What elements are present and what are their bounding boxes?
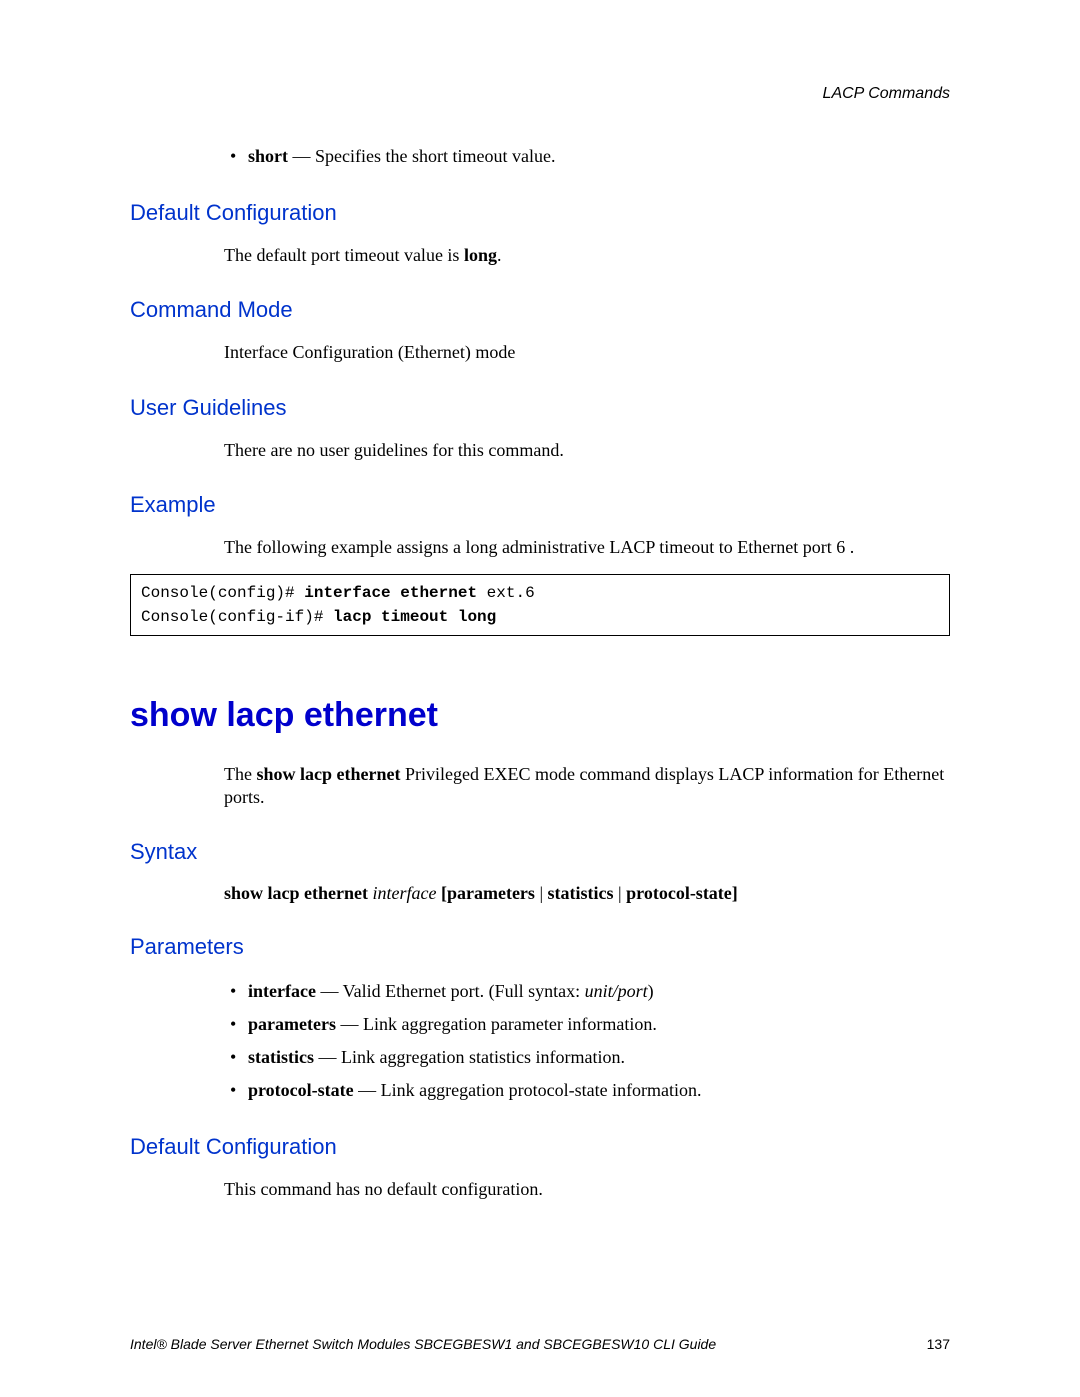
- heading-parameters: Parameters: [130, 934, 950, 960]
- user-guidelines-text: There are no user guidelines for this co…: [224, 439, 950, 462]
- top-bullet-list: short — Specifies the short timeout valu…: [230, 143, 950, 170]
- page-content: short — Specifies the short timeout valu…: [130, 143, 950, 1202]
- footer-title: Intel® Blade Server Ethernet Switch Modu…: [130, 1336, 716, 1352]
- bullet-short: short — Specifies the short timeout valu…: [230, 143, 950, 170]
- command-mode-text: Interface Configuration (Ethernet) mode: [224, 341, 950, 364]
- heading-syntax: Syntax: [130, 839, 950, 865]
- heading-user-guidelines: User Guidelines: [130, 395, 950, 421]
- parameters-list: interface — Valid Ethernet port. (Full s…: [230, 978, 950, 1104]
- heading-example: Example: [130, 492, 950, 518]
- default-config-2-text: This command has no default configuratio…: [224, 1178, 950, 1201]
- bullet-keyword: short: [248, 146, 288, 166]
- default-config-1-text: The default port timeout value is long.: [224, 244, 950, 267]
- footer-page-number: 137: [927, 1336, 950, 1352]
- heading-command-mode: Command Mode: [130, 297, 950, 323]
- heading-default-config-2: Default Configuration: [130, 1134, 950, 1160]
- param-item-interface: interface — Valid Ethernet port. (Full s…: [230, 978, 950, 1005]
- param-item-parameters: parameters — Link aggregation parameter …: [230, 1011, 950, 1038]
- document-page: LACP Commands short — Specifies the shor…: [0, 0, 1080, 1397]
- command-intro: The show lacp ethernet Privileged EXEC m…: [224, 763, 950, 810]
- command-title: show lacp ethernet: [130, 696, 950, 735]
- bullet-desc: — Specifies the short timeout value.: [288, 146, 555, 166]
- header-section-name: LACP Commands: [823, 85, 950, 103]
- param-item-protocol-state: protocol-state — Link aggregation protoc…: [230, 1077, 950, 1104]
- example-text: The following example assigns a long adm…: [224, 536, 950, 559]
- param-item-statistics: statistics — Link aggregation statistics…: [230, 1044, 950, 1071]
- page-footer: Intel® Blade Server Ethernet Switch Modu…: [130, 1336, 950, 1352]
- example-code-block: Console(config)# interface ethernet ext.…: [130, 574, 950, 636]
- syntax-line: show lacp ethernet interface [parameters…: [224, 883, 950, 904]
- heading-default-config-1: Default Configuration: [130, 200, 950, 226]
